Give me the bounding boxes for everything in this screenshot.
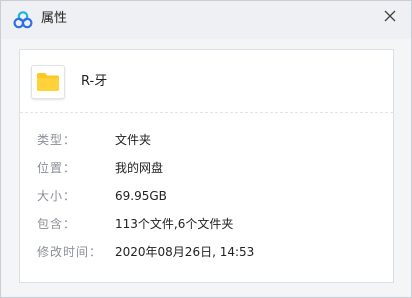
properties-panel: R-牙 类型： 文件夹 位置： 我的网盘 大小： 69.95GB 包含： 113… bbox=[19, 49, 394, 283]
file-name: R-牙 bbox=[81, 74, 108, 89]
properties-dialog: 属性 R-牙 类型： 文件夹 位置： 我的网盘 大小： 69.95GB 包含： … bbox=[0, 0, 412, 298]
close-icon bbox=[384, 10, 396, 22]
property-value: 113个文件,6个文件夹 bbox=[115, 217, 234, 231]
property-value: 69.95GB bbox=[115, 189, 167, 203]
dialog-title: 属性 bbox=[41, 11, 68, 26]
close-button[interactable] bbox=[379, 5, 401, 27]
property-row-modified: 修改时间： 2020年08月26日, 14:53 bbox=[20, 242, 393, 262]
property-row-contains: 包含： 113个文件,6个文件夹 bbox=[20, 214, 393, 234]
title-bar[interactable]: 属性 bbox=[1, 1, 411, 39]
property-row-type: 类型： 文件夹 bbox=[20, 130, 393, 150]
folder-thumbnail bbox=[31, 65, 65, 99]
property-label: 修改时间： bbox=[37, 245, 103, 259]
divider bbox=[20, 112, 393, 113]
folder-icon bbox=[37, 73, 59, 91]
property-value: 文件夹 bbox=[115, 133, 152, 147]
property-label: 大小： bbox=[37, 189, 77, 203]
property-row-size: 大小： 69.95GB bbox=[20, 186, 393, 206]
property-label: 位置： bbox=[37, 161, 77, 175]
file-header: R-牙 bbox=[20, 50, 393, 112]
baidu-netdisk-logo-icon bbox=[13, 10, 33, 30]
property-label: 包含： bbox=[37, 217, 77, 231]
property-row-location: 位置： 我的网盘 bbox=[20, 158, 393, 178]
property-value: 我的网盘 bbox=[115, 161, 164, 175]
property-label: 类型： bbox=[37, 133, 77, 147]
property-value: 2020年08月26日, 14:53 bbox=[115, 245, 255, 259]
